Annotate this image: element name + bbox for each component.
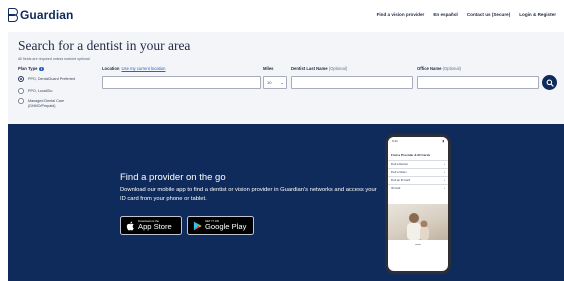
phone-list-item: Find an ID Card ›	[388, 176, 448, 184]
google-play-big-text: Google Play	[205, 222, 247, 232]
office-name-label: Office Name (Optional)	[417, 66, 461, 71]
miles-value: 10	[267, 80, 272, 85]
chevron-right-icon: ›	[444, 187, 445, 190]
nav-contact-us[interactable]: Contact us (Secure)	[467, 12, 510, 17]
location-label: Location Use my current location	[102, 66, 165, 71]
nav-login-register[interactable]: Login & Register	[519, 12, 556, 17]
family-illustration	[407, 213, 429, 240]
phone-list-item-label: ID Card	[391, 187, 401, 190]
plan-option-ppo-preferred[interactable]: PPO, DentalGuard Preferred	[18, 76, 76, 82]
dentist-last-name-input[interactable]	[291, 76, 413, 89]
phone-list-item-label: Find a Vision	[391, 171, 407, 174]
app-store-button[interactable]: Download on the App Store	[120, 216, 182, 235]
battery-icon: ▮	[442, 139, 444, 143]
radio-button-selected[interactable]	[18, 76, 24, 82]
office-label-text: Office Name	[417, 66, 442, 71]
plan-option-ppo-localglo[interactable]: PPO, LocalGlo	[18, 88, 53, 94]
location-input[interactable]	[102, 76, 261, 89]
promo-description: Download our mobile app to find a dentis…	[120, 187, 377, 202]
google-play-icon	[193, 221, 202, 230]
plan-option-label: PPO, LocalGlo	[28, 89, 53, 93]
google-play-button[interactable]: GET IT ON Google Play	[187, 216, 254, 235]
phone-list-item: ID Card ›	[388, 184, 448, 192]
phone-footer-bar: ▁▁▁	[415, 242, 421, 245]
chevron-right-icon: ›	[444, 171, 445, 174]
plan-option-label: PPO, DentalGuard Preferred	[28, 77, 76, 81]
chevron-right-icon: ›	[444, 179, 445, 182]
radio-button[interactable]	[18, 98, 24, 104]
plan-type-label-text: Plan Type	[18, 66, 38, 71]
search-title: Search for a dentist in your area	[18, 38, 191, 53]
required-note: All fields are required unless marked op…	[18, 57, 90, 61]
dentist-search-panel: Search for a dentist in your area All fi…	[8, 32, 564, 124]
office-name-input[interactable]	[417, 76, 539, 89]
phone-list-item: Find a Vision ›	[388, 168, 448, 176]
plan-option-managed-dental[interactable]: Managed Dental Care (DHMO/Prepaid)	[18, 98, 68, 108]
mobile-app-promo: Find a provider on the go Download our m…	[8, 124, 564, 281]
radio-button[interactable]	[18, 88, 24, 94]
search-button[interactable]	[542, 75, 557, 90]
guardian-logo[interactable]: Guardian	[8, 8, 73, 22]
use-current-location-link[interactable]: Use my current location	[121, 66, 165, 71]
top-nav: Find a vision provider En español Contac…	[377, 12, 556, 17]
search-icon	[546, 79, 554, 87]
app-store-big-text: App Store	[138, 222, 172, 232]
miles-label: Miles	[263, 66, 274, 71]
logo-text: Guardian	[20, 8, 74, 22]
phone-time: 9:41	[392, 139, 398, 143]
family-photo	[388, 204, 448, 240]
promo-title: Find a provider on the go	[120, 172, 226, 183]
miles-select[interactable]: 10 ⌄	[263, 76, 287, 89]
dentist-label-text: Dentist Last Name	[291, 66, 328, 71]
plan-type-label: Plan Type i	[18, 66, 44, 72]
chevron-down-icon: ⌄	[280, 80, 284, 85]
phone-list-item: Find a Dentist ›	[388, 160, 448, 168]
phone-screen-heading: Find a Provider & ID Cards	[391, 153, 431, 157]
info-icon[interactable]: i	[39, 66, 44, 72]
optional-tag: (Optional)	[442, 66, 461, 71]
guardian-logo-icon	[8, 8, 18, 22]
dentist-last-name-label: Dentist Last Name (Optional)	[291, 66, 347, 71]
nav-en-espanol[interactable]: En español	[433, 12, 458, 17]
phone-status-bar: 9:41 ▮	[388, 137, 448, 152]
apple-icon	[126, 221, 134, 230]
chevron-right-icon: ›	[444, 163, 445, 166]
plan-option-label: Managed Dental Care (DHMO/Prepaid)	[28, 99, 65, 108]
location-label-text: Location	[102, 66, 120, 71]
nav-find-vision-provider[interactable]: Find a vision provider	[377, 12, 425, 17]
optional-tag: (Optional)	[328, 66, 348, 71]
phone-mockup: 9:41 ▮ Find a Provider & ID Cards Find a…	[385, 134, 451, 274]
site-header: Guardian Find a vision provider En españ…	[0, 0, 564, 32]
phone-list-item-label: Find a Dentist	[391, 163, 408, 166]
phone-list-item-label: Find an ID Card	[391, 179, 410, 182]
